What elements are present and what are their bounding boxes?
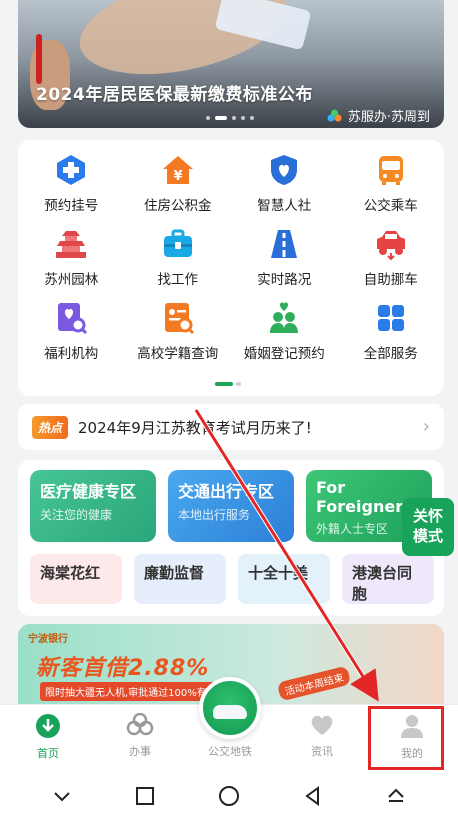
hot-news-text: 2024年9月江苏教育考试月历来了!	[78, 418, 312, 437]
service-bus-ride[interactable]: 公交乘车	[338, 152, 445, 214]
service-label: 自助挪车	[363, 272, 418, 288]
ad-bank-name: 宁波银行	[28, 634, 68, 645]
svg-text:¥: ¥	[173, 169, 182, 184]
care-mode-button[interactable]: 关怀 模式	[402, 498, 454, 556]
ad-headline: 新客首借2.88%	[36, 656, 210, 681]
nav-label: 首页	[37, 747, 59, 760]
system-nav-bar	[0, 772, 458, 820]
zone-subtitle: 本地出行服务	[178, 508, 251, 522]
zone-medical[interactable]: 医疗健康专区 关注您的健康	[30, 470, 156, 542]
zones-card: 医疗健康专区 关注您的健康 交通出行专区 本地出行服务 For Foreigne…	[18, 460, 444, 616]
banner-photo-bracelet	[36, 34, 42, 84]
nav-services[interactable]: 办事	[100, 713, 180, 759]
banner-pagination	[206, 116, 254, 120]
banner-brand: 苏服办·苏周到	[326, 106, 430, 125]
service-move-car[interactable]: 自助挪车	[338, 226, 445, 288]
chevron-down-icon[interactable]	[51, 785, 73, 807]
nav-home[interactable]: 首页	[8, 713, 88, 761]
service-label: 预约挂号	[44, 198, 99, 214]
hot-tag: 热点	[32, 415, 69, 439]
zone-title: 医疗健康专区	[40, 482, 137, 501]
shield-heart-icon	[266, 152, 302, 188]
highlight-box	[368, 706, 444, 770]
briefcase-icon	[160, 226, 196, 262]
service-appointment[interactable]: 预约挂号	[18, 152, 125, 214]
home-download-icon	[36, 714, 60, 738]
service-label: 高校学籍查询	[137, 346, 219, 362]
service-traffic[interactable]: 实时路况	[231, 226, 338, 288]
care-mode-label: 关怀 模式	[412, 507, 443, 545]
nav-label: 资讯	[311, 745, 333, 758]
service-smart-hr[interactable]: 智慧人社	[231, 152, 338, 214]
service-label: 公交乘车	[363, 198, 418, 214]
service-label: 找工作	[157, 272, 199, 288]
service-label: 苏州园林	[44, 272, 99, 288]
service-housing-fund[interactable]: ¥ 住房公积金	[125, 152, 232, 214]
zone-haitang[interactable]: 海棠花红	[30, 554, 122, 604]
ad-subline: 限时抽大疆无人机,审批通过100%有礼	[40, 682, 222, 701]
service-label: 福利机构	[44, 346, 99, 362]
service-find-job[interactable]: 找工作	[125, 226, 232, 288]
zone-hk-macau-tw[interactable]: 港澳台同胞	[342, 554, 434, 604]
services-logo-icon	[126, 713, 154, 736]
grid-icon	[373, 300, 409, 336]
services-pagination	[215, 382, 241, 386]
circle-home-icon[interactable]	[217, 784, 241, 808]
service-student-status[interactable]: 高校学籍查询	[125, 300, 232, 362]
welfare-search-icon	[53, 300, 89, 336]
pagoda-icon	[53, 226, 89, 262]
car-icon	[373, 226, 409, 262]
nav-label: 公交地铁	[208, 745, 252, 758]
heart-icon	[311, 715, 333, 735]
service-label: 婚姻登记预约	[243, 346, 325, 362]
nav-news[interactable]: 资讯	[282, 713, 362, 759]
service-label: 智慧人社	[257, 198, 312, 214]
service-suzhou-gardens[interactable]: 苏州园林	[18, 226, 125, 288]
service-all[interactable]: 全部服务	[338, 300, 445, 362]
student-card-icon	[160, 300, 196, 336]
zone-title: 交通出行专区	[178, 482, 275, 501]
service-label: 住房公积金	[144, 198, 212, 214]
road-icon	[266, 226, 302, 262]
services-card: 预约挂号 ¥ 住房公积金 智慧人社 公交乘车 苏州园林 找工作 实时路况 自助挪…	[18, 140, 444, 396]
nav-metro[interactable]: 公交地铁	[190, 743, 270, 759]
zone-subtitle: 关注您的健康	[40, 508, 113, 522]
services-grid: 预约挂号 ¥ 住房公积金 智慧人社 公交乘车 苏州园林 找工作 实时路况 自助挪…	[18, 152, 444, 362]
banner-title: 2024年居民医保最新缴费标准公布	[36, 85, 313, 105]
service-marriage[interactable]: 婚姻登记预约	[231, 300, 338, 362]
train-icon	[213, 705, 247, 719]
service-welfare[interactable]: 福利机构	[18, 300, 125, 362]
couple-heart-icon	[266, 300, 302, 336]
triangle-back-icon[interactable]	[302, 785, 324, 807]
zone-perfect[interactable]: 十全十美	[238, 554, 330, 604]
service-label: 全部服务	[363, 346, 418, 362]
metro-center-button[interactable]	[199, 677, 261, 739]
square-recents-icon[interactable]	[134, 785, 156, 807]
zone-traffic[interactable]: 交通出行专区 本地出行服务	[168, 470, 294, 542]
news-banner[interactable]: 2024年居民医保最新缴费标准公布 苏服办·苏周到	[18, 0, 444, 128]
chevron-right-icon: ›	[422, 416, 430, 437]
ad-promo-badge: 活动本周结束	[276, 665, 352, 702]
brand-logo-icon	[327, 109, 342, 121]
bus-icon	[373, 152, 409, 188]
zone-integrity[interactable]: 廉勤监督	[134, 554, 226, 604]
service-label: 实时路况	[257, 272, 312, 288]
hospital-cross-icon	[53, 152, 89, 188]
nav-label: 办事	[129, 745, 151, 758]
house-yuan-icon: ¥	[160, 152, 196, 188]
hot-news-bar[interactable]: 热点 2024年9月江苏教育考试月历来了! ›	[18, 404, 444, 450]
eject-icon[interactable]	[385, 785, 407, 807]
banner-brand-label: 苏服办·苏周到	[347, 110, 430, 125]
